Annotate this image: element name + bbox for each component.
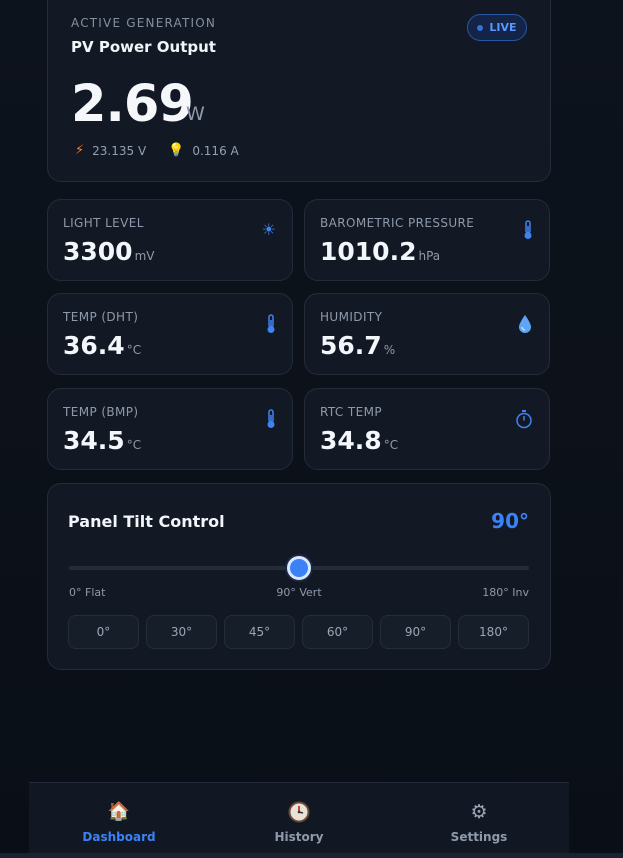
tilt-angle-readout: 90° (491, 509, 529, 533)
metric-unit: % (383, 343, 396, 357)
tick-mid-label: 90° Vert (276, 586, 322, 599)
metric-value: 56.7% (320, 331, 395, 360)
clock-icon (288, 801, 310, 823)
power-value: 2.69 (71, 75, 194, 134)
current-readout: 💡 0.116 A (168, 143, 239, 158)
tilt-presets: 0° 30° 45° 60° 90° 180° (68, 615, 529, 649)
metric-number: 1010.2 (320, 237, 417, 266)
live-badge: LIVE (467, 14, 527, 41)
metric-unit: °C (126, 343, 142, 357)
nav-label: Settings (450, 830, 508, 844)
preset-45-button[interactable]: 45° (224, 615, 295, 649)
thermometer-icon (266, 409, 276, 433)
metric-number: 36.4 (63, 331, 125, 360)
preset-0-button[interactable]: 0° (68, 615, 139, 649)
live-label: LIVE (489, 21, 517, 34)
house-icon: 🏠 (107, 801, 131, 822)
metric-label: BAROMETRIC PRESSURE (320, 216, 475, 230)
metric-value: 36.4 °C (63, 331, 141, 360)
nav-dashboard[interactable]: 🏠 Dashboard (29, 783, 209, 858)
metric-unit: °C (126, 438, 142, 452)
metric-value: 1010.2 hPa (320, 237, 440, 266)
rtc-temp-card: RTC TEMP 34.8 °C (304, 388, 550, 470)
metric-value: 3300 mV (63, 237, 155, 266)
metric-unit: hPa (418, 249, 441, 263)
metric-number: 3300 (63, 237, 133, 266)
metric-number: 34.8 (320, 426, 382, 455)
preset-90-button[interactable]: 90° (380, 615, 451, 649)
power-meta: ⚡ 23.135 V 💡 0.116 A (75, 143, 239, 158)
metric-number: 34.5 (63, 426, 125, 455)
hero-eyebrow: ACTIVE GENERATION (71, 16, 217, 30)
tick-max-label: 180° Inv (482, 586, 529, 599)
thermometer-icon (266, 314, 276, 338)
temp-dht-card: TEMP (DHT) 36.4 °C (47, 293, 293, 375)
bottom-nav: 🏠 Dashboard History ⚙ Settings (29, 782, 569, 858)
metric-number: 56.7 (320, 331, 382, 360)
current-value: 0.116 A (192, 143, 239, 158)
temp-bmp-card: TEMP (BMP) 34.5 °C (47, 388, 293, 470)
preset-30-button[interactable]: 30° (146, 615, 217, 649)
tilt-slider-thumb[interactable] (287, 556, 311, 580)
gear-icon: ⚙ (470, 801, 488, 823)
hero-title: PV Power Output (71, 38, 216, 56)
light-level-card: LIGHT LEVEL 3300 mV ☀ (47, 199, 293, 281)
nav-settings[interactable]: ⚙ Settings (389, 783, 569, 858)
metric-unit: mV (134, 249, 155, 263)
nav-label: Dashboard (82, 830, 156, 844)
voltage-readout: ⚡ 23.135 V (75, 143, 146, 158)
preset-180-button[interactable]: 180° (458, 615, 529, 649)
metric-label: TEMP (BMP) (63, 405, 139, 419)
preset-60-button[interactable]: 60° (302, 615, 373, 649)
metric-label: HUMIDITY (320, 310, 383, 324)
droplet-icon (517, 314, 533, 338)
tilt-title: Panel Tilt Control (68, 512, 225, 531)
lightning-icon: ⚡ (75, 143, 85, 158)
power-unit: W (186, 103, 205, 125)
lightbulb-icon: 💡 (168, 143, 185, 158)
pv-power-card: ACTIVE GENERATION PV Power Output LIVE 2… (47, 0, 551, 182)
metric-label: TEMP (DHT) (63, 310, 139, 324)
nav-history[interactable]: History (209, 783, 389, 858)
tilt-slider[interactable] (69, 556, 529, 580)
tick-min-label: 0° Flat (69, 586, 106, 599)
metric-label: RTC TEMP (320, 405, 382, 419)
metric-unit: °C (383, 438, 399, 452)
panel-tilt-card: Panel Tilt Control 90° 0° Flat 90° Vert … (47, 483, 551, 670)
thermometer-icon (523, 220, 533, 244)
voltage-value: 23.135 V (92, 143, 147, 158)
humidity-card: HUMIDITY 56.7% (304, 293, 550, 375)
metric-value: 34.5 °C (63, 426, 141, 455)
pressure-card: BAROMETRIC PRESSURE 1010.2 hPa (304, 199, 550, 281)
metric-value: 34.8 °C (320, 426, 398, 455)
metric-label: LIGHT LEVEL (63, 216, 144, 230)
sun-icon: ☀ (261, 220, 276, 239)
stopwatch-icon (515, 409, 533, 433)
nav-label: History (274, 830, 324, 844)
live-dot-icon (477, 24, 484, 31)
bottom-edge (0, 853, 623, 858)
dashboard-page: ACTIVE GENERATION PV Power Output LIVE 2… (0, 0, 623, 858)
